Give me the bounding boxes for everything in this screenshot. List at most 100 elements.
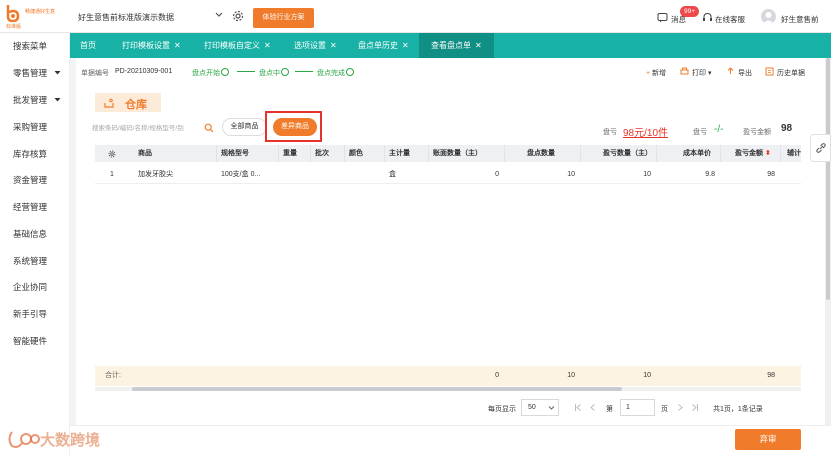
tab-label: 打印模板设置 [122, 41, 170, 50]
first-page-icon[interactable] [574, 403, 582, 412]
gear-icon[interactable] [232, 10, 244, 22]
spec: 100支/盒 0... [221, 171, 261, 178]
horizontal-scroll-thumb[interactable] [132, 387, 622, 391]
search-input[interactable] [92, 121, 216, 135]
gear-icon[interactable] [108, 150, 116, 158]
history-icon [765, 67, 774, 76]
chevron-down-icon[interactable] [214, 10, 224, 20]
printer-icon [680, 67, 689, 75]
check-circle-icon [346, 68, 354, 76]
tab-label: 打印模板自定义 [204, 41, 260, 50]
sidebar-item-search-menu[interactable]: 搜索菜单 [13, 40, 47, 52]
top-bar: 畅捷通好生意 标准版 好生意售前标准版演示数据 体验行业方案 消息 99+ 在线… [0, 0, 831, 33]
tab-print-template-custom[interactable]: 打印模板自定义 ✕ [204, 33, 271, 58]
column-header: 颜色 [345, 145, 385, 162]
search-icon[interactable] [204, 123, 214, 133]
tab-label: 查看盘点单 [431, 41, 471, 50]
tab-view-count-sheet[interactable]: 查看盘点单 ✕ [419, 33, 494, 58]
vertical-scrollbar[interactable] [825, 58, 831, 425]
sidebar-item-basic-info[interactable]: 基础信息 [13, 228, 47, 240]
diff-amount: 98 [767, 171, 775, 178]
close-icon[interactable]: ✕ [402, 41, 409, 50]
sidebar-item-wholesale[interactable]: 批发管理 [13, 94, 47, 106]
brand-name: 畅捷通好生意 [25, 9, 56, 15]
sortable-column-header[interactable]: 盈亏金额 ⬍ [721, 145, 781, 162]
step-start: 盘点开始 [192, 68, 229, 78]
tab-label: 首页 [80, 41, 96, 50]
sidebar-item-operations[interactable]: 经营管理 [13, 201, 47, 213]
check-circle-icon [221, 68, 229, 76]
close-icon[interactable]: ✕ [330, 41, 337, 50]
gain-label: 盘亏 [693, 129, 707, 136]
doc-number: PD-20210309-001 [115, 68, 173, 75]
page-size-label: 每页显示 [488, 406, 516, 413]
warehouse-label[interactable]: 仓库 [125, 96, 147, 112]
unapprove-button[interactable]: 弃审 [735, 429, 801, 450]
app-logo[interactable]: 畅捷通好生意 标准版 [5, 4, 69, 30]
step-connector [295, 71, 313, 72]
amount-value: 98 [781, 123, 793, 134]
table-header: 商品 规格型号 重量 批次 颜色 主计量 账面数量（主） 盘点数量 盈亏数量（主… [95, 145, 801, 162]
sidebar-item-purchase[interactable]: 采购管理 [13, 121, 47, 133]
avatar[interactable] [761, 9, 776, 24]
message-icon[interactable] [657, 12, 668, 23]
close-all-tabs-icon[interactable] [800, 6, 812, 18]
total-diff-amount: 98 [767, 372, 775, 379]
caret-down-icon [54, 98, 61, 102]
close-icon[interactable]: ✕ [475, 41, 482, 50]
loss-value[interactable]: 98元/10件 [623, 124, 668, 139]
diff-qty: 10 [643, 171, 651, 178]
sidebar-item-inventory[interactable]: 库存核算 [13, 148, 47, 160]
sidebar-item-retail[interactable]: 零售管理 [13, 67, 47, 79]
export-button[interactable]: 导出 [738, 68, 752, 78]
sidebar-item-funds[interactable]: 资金管理 [13, 174, 47, 186]
table-row[interactable]: 1 加发牙胶尖 100支/盒 0... 盒 0 10 10 9.8 98 [95, 166, 801, 183]
sidebar-item-guide[interactable]: 新手引导 [13, 308, 47, 320]
attachment-button[interactable] [810, 134, 831, 162]
sidebar-item-hardware[interactable]: 智能硬件 [13, 335, 47, 347]
total-book-qty: 0 [495, 372, 499, 379]
tab-bar: 首页 打印模板设置 ✕ 打印模板自定义 ✕ 选项设置 ✕ 盘点单历史 ✕ 查看盘点单 ✕ [70, 33, 831, 58]
tab-option-settings[interactable]: 选项设置 ✕ [294, 33, 337, 58]
action-label: 打印 [692, 70, 706, 77]
pagination-summary: 共1页，1条记录 [713, 406, 763, 413]
all-products-filter[interactable]: 全部商品 [222, 118, 267, 136]
tab-label: 盘点单历史 [358, 41, 398, 50]
column-header: 盘点数量 [505, 145, 581, 162]
close-icon[interactable]: ✕ [174, 41, 181, 50]
gain-value: -/- [714, 124, 724, 135]
vertical-scroll-thumb[interactable] [826, 58, 830, 300]
diff-products-filter[interactable]: 差异商品 [273, 118, 317, 136]
new-button[interactable]: + 新增 [646, 68, 666, 78]
page-input[interactable]: 1 [620, 399, 655, 416]
book-qty: 0 [495, 171, 499, 178]
trial-industry-button[interactable]: 体验行业方案 [253, 8, 314, 28]
column-header: 盈亏数量（主） [581, 145, 657, 162]
company-selector[interactable]: 好生意售前标准版演示数据 [78, 12, 174, 23]
step-connector [237, 71, 255, 72]
prev-page-icon[interactable] [589, 403, 597, 412]
close-icon[interactable]: ✕ [264, 41, 271, 50]
headset-icon[interactable] [702, 12, 713, 23]
sidebar-item-collaboration[interactable]: 企业协同 [13, 281, 47, 293]
row-divider [95, 183, 801, 184]
watermark-text: 大数跨境 [40, 432, 101, 449]
tab-print-template-settings[interactable]: 打印模板设置 ✕ [122, 33, 181, 58]
sidebar-item-system[interactable]: 系统管理 [13, 255, 47, 267]
action-label: 新增 [652, 70, 667, 77]
warehouse-icon [104, 98, 114, 108]
column-header: 辅计 [787, 150, 801, 157]
step-label: 盘点中 [259, 70, 280, 77]
next-page-icon[interactable] [676, 403, 684, 412]
online-service-link[interactable]: 在线客服 [715, 14, 745, 25]
color [349, 166, 385, 183]
print-button[interactable]: 打印 ▾ [692, 68, 711, 78]
unit: 盒 [389, 171, 396, 178]
last-page-icon[interactable] [691, 403, 699, 412]
tab-menu-icon[interactable] [818, 6, 830, 18]
unit-cost: 9.8 [705, 171, 715, 178]
tab-home[interactable]: 首页 [80, 33, 96, 58]
history-docs-button[interactable]: 历史单据 [777, 68, 805, 78]
column-header: 成本单价 [657, 145, 721, 162]
tab-count-history[interactable]: 盘点单历史 ✕ [358, 33, 409, 58]
